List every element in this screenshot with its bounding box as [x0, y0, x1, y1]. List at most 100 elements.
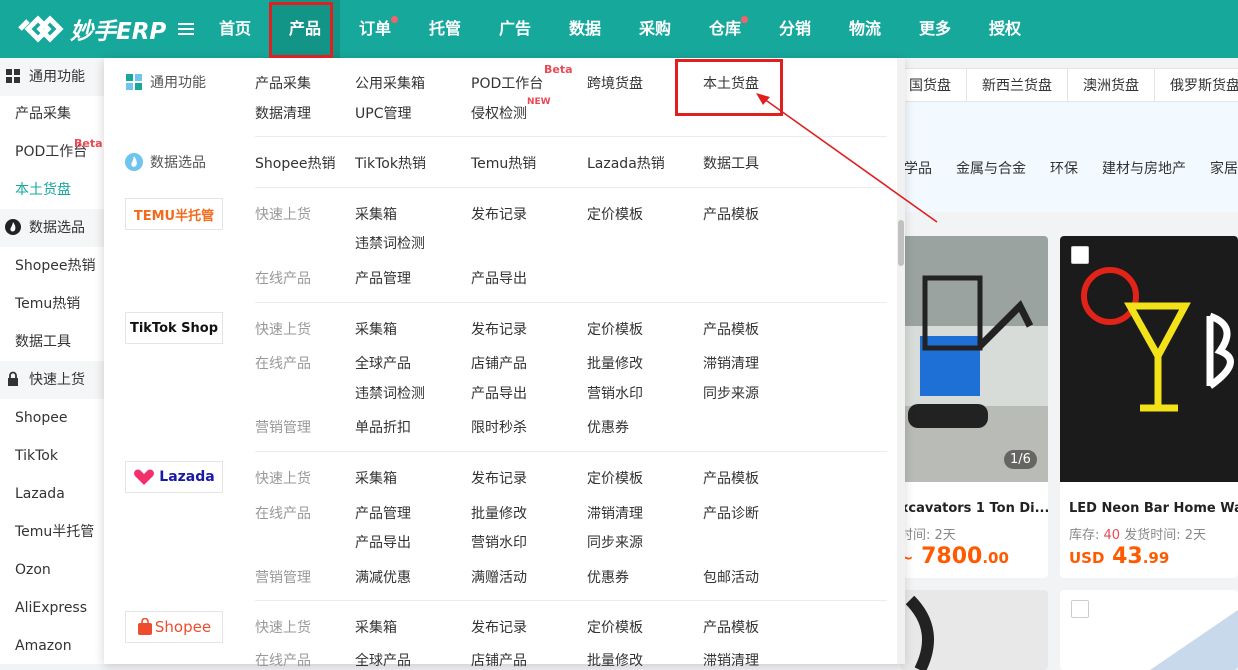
lazada-batch-edit[interactable]: 批量修改	[471, 503, 527, 523]
lazada-publish-records[interactable]: 发布记录	[471, 468, 527, 488]
temu-collect-box[interactable]: 采集箱	[355, 204, 397, 224]
tiktok-batch-edit[interactable]: 批量修改	[587, 353, 643, 373]
temu-pricing-template[interactable]: 定价模板	[587, 204, 643, 224]
temu-product-export[interactable]: 产品导出	[471, 268, 527, 288]
lazada-full-gift[interactable]: 满赠活动	[471, 567, 527, 587]
shopee-shop-products[interactable]: 店铺产品	[471, 650, 527, 670]
tiktok-watermark[interactable]: 营销水印	[587, 383, 643, 403]
tiktok-unsold-clean[interactable]: 滞销清理	[703, 353, 759, 373]
lazada-product-export[interactable]: 产品导出	[355, 532, 411, 552]
menu-toggle-icon[interactable]	[175, 18, 197, 40]
annotation-arrow	[756, 93, 938, 223]
tiktok-pricing-template[interactable]: 定价模板	[587, 319, 643, 339]
shopee-batch-edit[interactable]: 批量修改	[587, 650, 643, 670]
temu-publish-records[interactable]: 发布记录	[471, 204, 527, 224]
sidebar-item-amazon[interactable]: Amazon	[0, 627, 104, 665]
shopee-pricing-template[interactable]: 定价模板	[587, 617, 643, 637]
shopee-logo: Shopee	[125, 611, 223, 643]
sidebar-group-common[interactable]: 通用功能	[0, 58, 104, 96]
temu-product-manage[interactable]: 产品管理	[355, 268, 411, 288]
notification-dot	[391, 16, 398, 23]
category-item[interactable]: 建材与房地产	[1102, 158, 1186, 178]
sidebar-item-lazada[interactable]: Lazada	[0, 475, 104, 513]
tiktok-collect-box[interactable]: 采集箱	[355, 319, 397, 339]
tiktok-publish-records[interactable]: 发布记录	[471, 319, 527, 339]
lazada-pricing-template[interactable]: 定价模板	[587, 468, 643, 488]
nav-item-3[interactable]: 托管	[410, 0, 480, 58]
shopee-publish-records[interactable]: 发布记录	[471, 617, 527, 637]
menu-item-public-collect-box[interactable]: 公用采集箱	[355, 73, 425, 93]
product-card[interactable]	[1060, 590, 1238, 670]
nav-item-0[interactable]: 首页	[200, 0, 270, 58]
sidebar-item-temu-hot[interactable]: Temu热销	[0, 285, 104, 323]
shopee-unsold-clean[interactable]: 滞销清理	[703, 650, 759, 670]
menu-item-cross-border-supply[interactable]: 跨境货盘	[587, 73, 643, 93]
select-checkbox[interactable]	[1071, 600, 1089, 618]
tiktok-flash-sale[interactable]: 限时秒杀	[471, 417, 527, 437]
shopee-collect-box[interactable]: 采集箱	[355, 617, 397, 637]
nav-item-11[interactable]: 授权	[970, 0, 1040, 58]
tab-australia[interactable]: 澳洲货盘	[1068, 68, 1155, 102]
lazada-full-reduction[interactable]: 满减优惠	[355, 567, 411, 587]
nav-item-8[interactable]: 分销	[760, 0, 830, 58]
menu-item-temu-hot[interactable]: Temu热销	[471, 153, 536, 173]
tiktok-global-products[interactable]: 全球产品	[355, 353, 411, 373]
tiktok-coupon[interactable]: 优惠券	[587, 417, 629, 437]
lazada-sync-source[interactable]: 同步来源	[587, 532, 643, 552]
product-card[interactable]	[900, 590, 1048, 670]
nav-item-4[interactable]: 广告	[480, 0, 550, 58]
menu-item-lazada-hot[interactable]: Lazada热销	[587, 153, 665, 173]
tiktok-product-template[interactable]: 产品模板	[703, 319, 759, 339]
lazada-free-shipping[interactable]: 包邮活动	[703, 567, 759, 587]
sidebar-item-shopee-hot[interactable]: Shopee热销	[0, 247, 104, 285]
tiktok-banned-words[interactable]: 违禁词检测	[355, 383, 425, 403]
lazada-product-manage[interactable]: 产品管理	[355, 503, 411, 523]
tab-new-zealand[interactable]: 新西兰货盘	[967, 68, 1068, 102]
menu-item-product-collect[interactable]: 产品采集	[255, 73, 311, 93]
category-item[interactable]: 家居	[1210, 158, 1238, 178]
lazada-product-template[interactable]: 产品模板	[703, 468, 759, 488]
nav-item-10[interactable]: 更多	[900, 0, 970, 58]
menu-item-upc-manage[interactable]: UPC管理	[355, 103, 411, 123]
sidebar-item-ozon[interactable]: Ozon	[0, 551, 104, 589]
product-card[interactable]: 1/6 xcavators 1 Ton Di... 时间: 2天 ~ 7800.…	[900, 236, 1048, 578]
lazada-collect-box[interactable]: 采集箱	[355, 468, 397, 488]
menu-item-pod-workbench[interactable]: POD工作台	[471, 73, 543, 93]
temu-banned-words[interactable]: 违禁词检测	[355, 233, 425, 253]
tiktok-sync-source[interactable]: 同步来源	[703, 383, 759, 403]
sidebar-item-tiktok[interactable]: TikTok	[0, 437, 104, 475]
nav-item-7[interactable]: 仓库	[690, 0, 760, 58]
lazada-watermark[interactable]: 营销水印	[471, 532, 527, 552]
sidebar-item-pod[interactable]: POD工作台 Beta	[0, 133, 104, 171]
sidebar-item-temu-semi[interactable]: Temu半托管	[0, 513, 104, 551]
lazada-unsold-clean[interactable]: 滞销清理	[587, 503, 643, 523]
category-item[interactable]: 金属与合金	[956, 158, 1026, 178]
shopee-product-template[interactable]: 产品模板	[703, 617, 759, 637]
menu-item-infringement-check[interactable]: 侵权检测	[471, 103, 527, 123]
product-card[interactable]: LED Neon Bar Home Wall 库存: 40 发货时间: 2天 U…	[1060, 236, 1238, 578]
app-logo[interactable]: 妙手ERP	[18, 11, 166, 47]
shopee-global-products[interactable]: 全球产品	[355, 650, 411, 670]
menu-item-shopee-hot[interactable]: Shopee热销	[255, 153, 335, 173]
tiktok-product-export[interactable]: 产品导出	[471, 383, 527, 403]
sidebar-item-local-supply[interactable]: 本土货盘	[0, 171, 104, 209]
lazada-product-diagnose[interactable]: 产品诊断	[703, 503, 759, 523]
select-checkbox[interactable]	[1071, 246, 1089, 264]
tab-russia[interactable]: 俄罗斯货盘	[1155, 68, 1238, 102]
sidebar-item-data-tools[interactable]: 数据工具	[0, 323, 104, 361]
sidebar-group-selection[interactable]: 数据选品	[0, 209, 104, 247]
lazada-coupon[interactable]: 优惠券	[587, 567, 629, 587]
menu-item-tiktok-hot[interactable]: TikTok热销	[355, 153, 426, 173]
tiktok-single-discount[interactable]: 单品折扣	[355, 417, 411, 437]
nav-item-6[interactable]: 采购	[620, 0, 690, 58]
sidebar-item-shopee[interactable]: Shopee	[0, 399, 104, 437]
sidebar-item-aliexpress[interactable]: AliExpress	[0, 589, 104, 627]
nav-item-2[interactable]: 订单	[340, 0, 410, 58]
nav-item-9[interactable]: 物流	[830, 0, 900, 58]
nav-item-5[interactable]: 数据	[550, 0, 620, 58]
product-price: ~ 7800.00	[900, 544, 1009, 569]
menu-item-data-clean[interactable]: 数据清理	[255, 103, 311, 123]
sidebar-group-quick[interactable]: 快速上货	[0, 361, 104, 399]
category-item[interactable]: 环保	[1050, 158, 1078, 178]
tiktok-shop-products[interactable]: 店铺产品	[471, 353, 527, 373]
